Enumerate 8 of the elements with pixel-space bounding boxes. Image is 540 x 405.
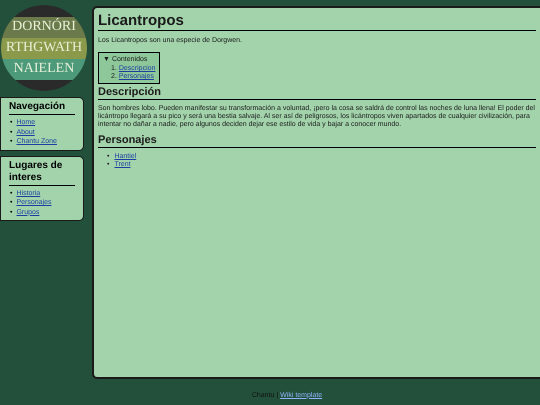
page-title: Licantropos: [98, 11, 536, 31]
section-heading: Personajes: [98, 134, 536, 148]
logo-text: DORNÓRI: [12, 20, 76, 34]
logo-text: NAIELEN: [14, 62, 74, 76]
sidebar-heading: Navegación: [9, 101, 75, 115]
logo-text: RTHGWATH: [6, 41, 82, 55]
section-heading: Descripción: [98, 86, 536, 100]
sidebar-heading: Lugares de interes: [9, 160, 75, 186]
